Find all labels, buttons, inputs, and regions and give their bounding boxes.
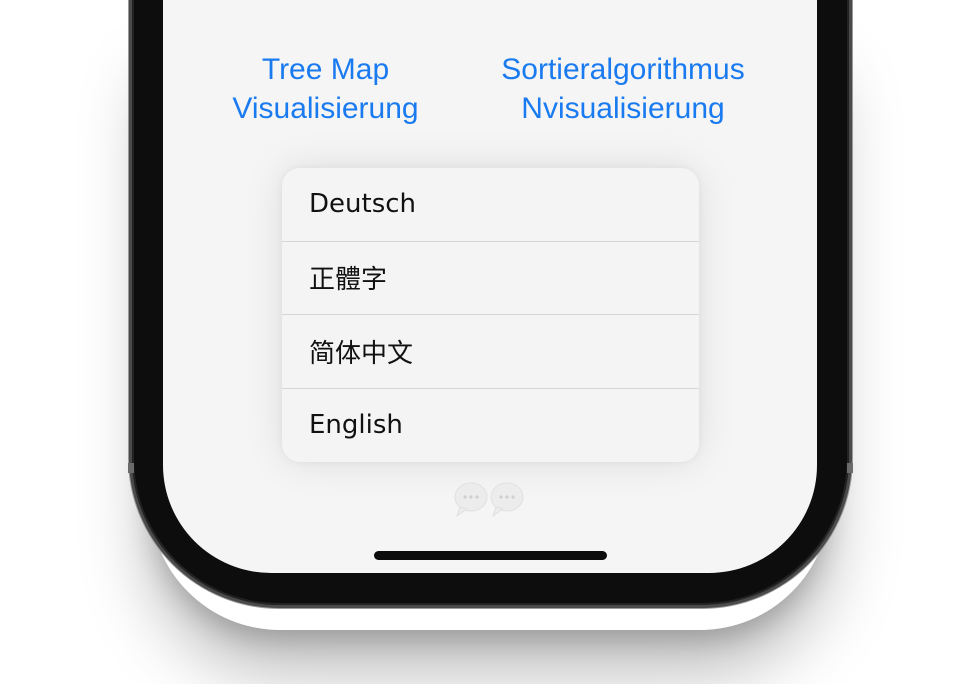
- language-option-label: 简体中文: [309, 338, 414, 369]
- chat-bubbles-icon[interactable]: [453, 482, 529, 518]
- language-menu: Deutsch 正體字 简体中文 English: [282, 168, 699, 462]
- language-option-label: Deutsch: [309, 189, 417, 220]
- language-option-traditional-chinese[interactable]: 正體字: [282, 242, 699, 315]
- home-indicator[interactable]: [374, 551, 607, 560]
- sorting-visualization-link[interactable]: Sortieralgorithmus Nvisualisierung: [468, 50, 778, 128]
- phone-screen: Tree Map Visualisierung Sortieralgorithm…: [163, 0, 817, 573]
- language-option-label: English: [309, 410, 403, 441]
- language-option-english[interactable]: English: [282, 389, 699, 463]
- language-option-simplified-chinese[interactable]: 简体中文: [282, 315, 699, 389]
- stage: Tree Map Visualisierung Sortieralgorithm…: [0, 0, 979, 684]
- language-option-label: 正體字: [309, 265, 388, 296]
- side-notch-right: [847, 463, 853, 473]
- side-notch-left: [128, 463, 134, 473]
- language-option-deutsch[interactable]: Deutsch: [282, 168, 699, 242]
- treemap-visualization-link[interactable]: Tree Map Visualisierung: [203, 50, 448, 128]
